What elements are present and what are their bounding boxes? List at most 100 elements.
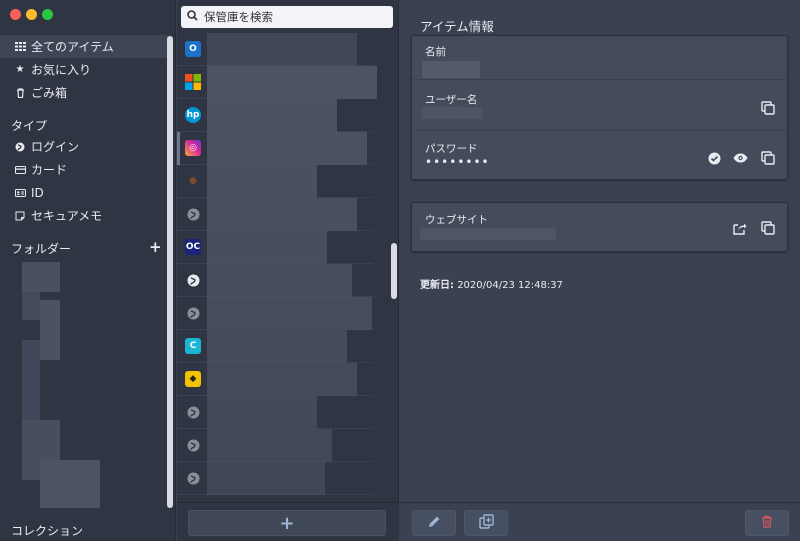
redacted-folder-name [40,460,100,508]
list-item[interactable] [177,297,373,330]
list-item[interactable] [177,264,373,297]
username-field[interactable]: ユーザー名 [412,79,787,130]
detail-title: アイテム情報 [420,19,494,34]
redacted-item-title [207,264,352,297]
sidebar-item-secure-note[interactable]: セキュアメモ [0,204,168,227]
redacted-item-title [207,396,317,429]
globe-icon [185,404,201,420]
credentials-card: 名前 ユーザー名 パスワード •••••••• [411,35,788,180]
trash-icon [13,87,27,98]
sidebar-item-all-items[interactable]: 全てのアイテム [0,35,168,58]
password-mask: •••••••• [425,155,490,169]
list-item[interactable] [177,429,373,462]
clone-icon [478,513,494,533]
list-scrollbar[interactable] [391,243,397,299]
trash-icon [761,515,773,532]
hp-icon: hp [185,107,201,123]
types-heading: タイプ [11,119,48,133]
globe-icon [185,272,201,288]
collections-heading: コレクション [11,524,84,538]
list-item[interactable]: C [177,330,373,363]
sidebar-item-label: ID [31,185,44,200]
redacted-item-title [207,66,377,99]
delete-button[interactable] [745,510,789,536]
search-box[interactable] [181,6,393,28]
redacted-folder-name [40,300,60,360]
grid-icon [13,42,27,51]
close-window-button[interactable] [10,9,21,20]
name-label: 名前 [425,46,446,58]
list-item[interactable] [177,462,373,495]
sidebar-item-favorites[interactable]: ★ お気に入り [0,58,168,81]
yamato-icon: ◆ [185,371,201,387]
redacted-name [422,61,480,78]
note-icon [13,211,27,221]
sidebar: 全てのアイテム ★ お気に入り ごみ箱 タイプ ログイン カード ID セキュア… [0,0,176,541]
password-field[interactable]: パスワード •••••••• [412,130,787,180]
list-item[interactable]: ● [177,165,373,198]
minimize-window-button[interactable] [26,9,37,20]
add-folder-button[interactable]: + [149,238,162,256]
folders-heading: フォルダー [11,242,72,256]
list-item[interactable]: hp [177,99,373,132]
ocp-icon: OC [185,239,201,255]
redacted-item-title [207,165,317,198]
list-item[interactable]: O [177,33,373,66]
clone-button[interactable] [464,510,508,536]
add-item-button[interactable]: + [188,510,386,536]
sidebar-item-login[interactable]: ログイン [0,135,168,158]
check-password-icon[interactable] [706,150,722,166]
website-field[interactable]: ウェブサイト [412,203,787,251]
redacted-item-title [207,99,337,132]
list-item[interactable]: OC [177,231,373,264]
name-field[interactable]: 名前 [412,36,787,79]
launch-icon[interactable] [732,220,748,236]
list-item[interactable] [177,198,373,231]
list-item[interactable]: ◆ [177,363,373,396]
password-label: パスワード [425,143,478,155]
c-app-icon: C [185,338,201,354]
eye-icon[interactable] [732,150,748,166]
redacted-item-title [207,132,367,165]
sidebar-item-label: お気に入り [31,63,92,77]
sidebar-item-label: カード [31,163,68,177]
redacted-item-title [207,429,332,462]
copy-icon[interactable] [760,220,776,236]
sidebar-item-identity[interactable]: ID [0,181,168,204]
updated-label: 更新日: [420,280,454,291]
microsoft-icon [185,74,201,90]
globe-icon [185,305,201,321]
globe-icon [13,142,27,152]
username-label: ユーザー名 [425,94,478,106]
instagram-icon: ◎ [185,140,201,156]
list-item[interactable] [177,396,373,429]
redacted-item-title [207,330,347,363]
updated-value: 2020/04/23 12:48:37 [457,280,563,291]
list-item[interactable]: ◎ [177,132,373,165]
search-input[interactable] [204,10,384,24]
redacted-item-title [207,297,372,330]
sidebar-item-card[interactable]: カード [0,158,168,181]
sidebar-scrollbar[interactable] [167,36,173,508]
zoom-window-button[interactable] [42,9,53,20]
credit-card-icon [13,165,27,174]
sidebar-item-label: セキュアメモ [31,209,103,223]
item-list: Ohp ◎ ● OC C ◆ + [177,0,399,541]
edit-button[interactable] [412,510,456,536]
sidebar-item-label: ログイン [31,140,80,154]
redacted-item-title [207,33,357,66]
sidebar-item-label: 全てのアイテム [31,40,114,54]
list-footer: + [177,502,399,541]
redacted-folder-name [22,262,60,292]
sidebar-item-trash[interactable]: ごみ箱 [0,81,168,104]
copy-icon[interactable] [760,150,776,166]
pencil-icon [428,515,441,532]
list-item[interactable] [177,66,377,99]
outlook-icon: O [185,41,201,57]
redacted-item-title [207,231,327,264]
id-card-icon [13,188,27,197]
globe-icon [185,437,201,453]
copy-icon[interactable] [760,100,776,116]
redacted-folder-name [22,340,40,420]
redacted-website [420,228,556,240]
